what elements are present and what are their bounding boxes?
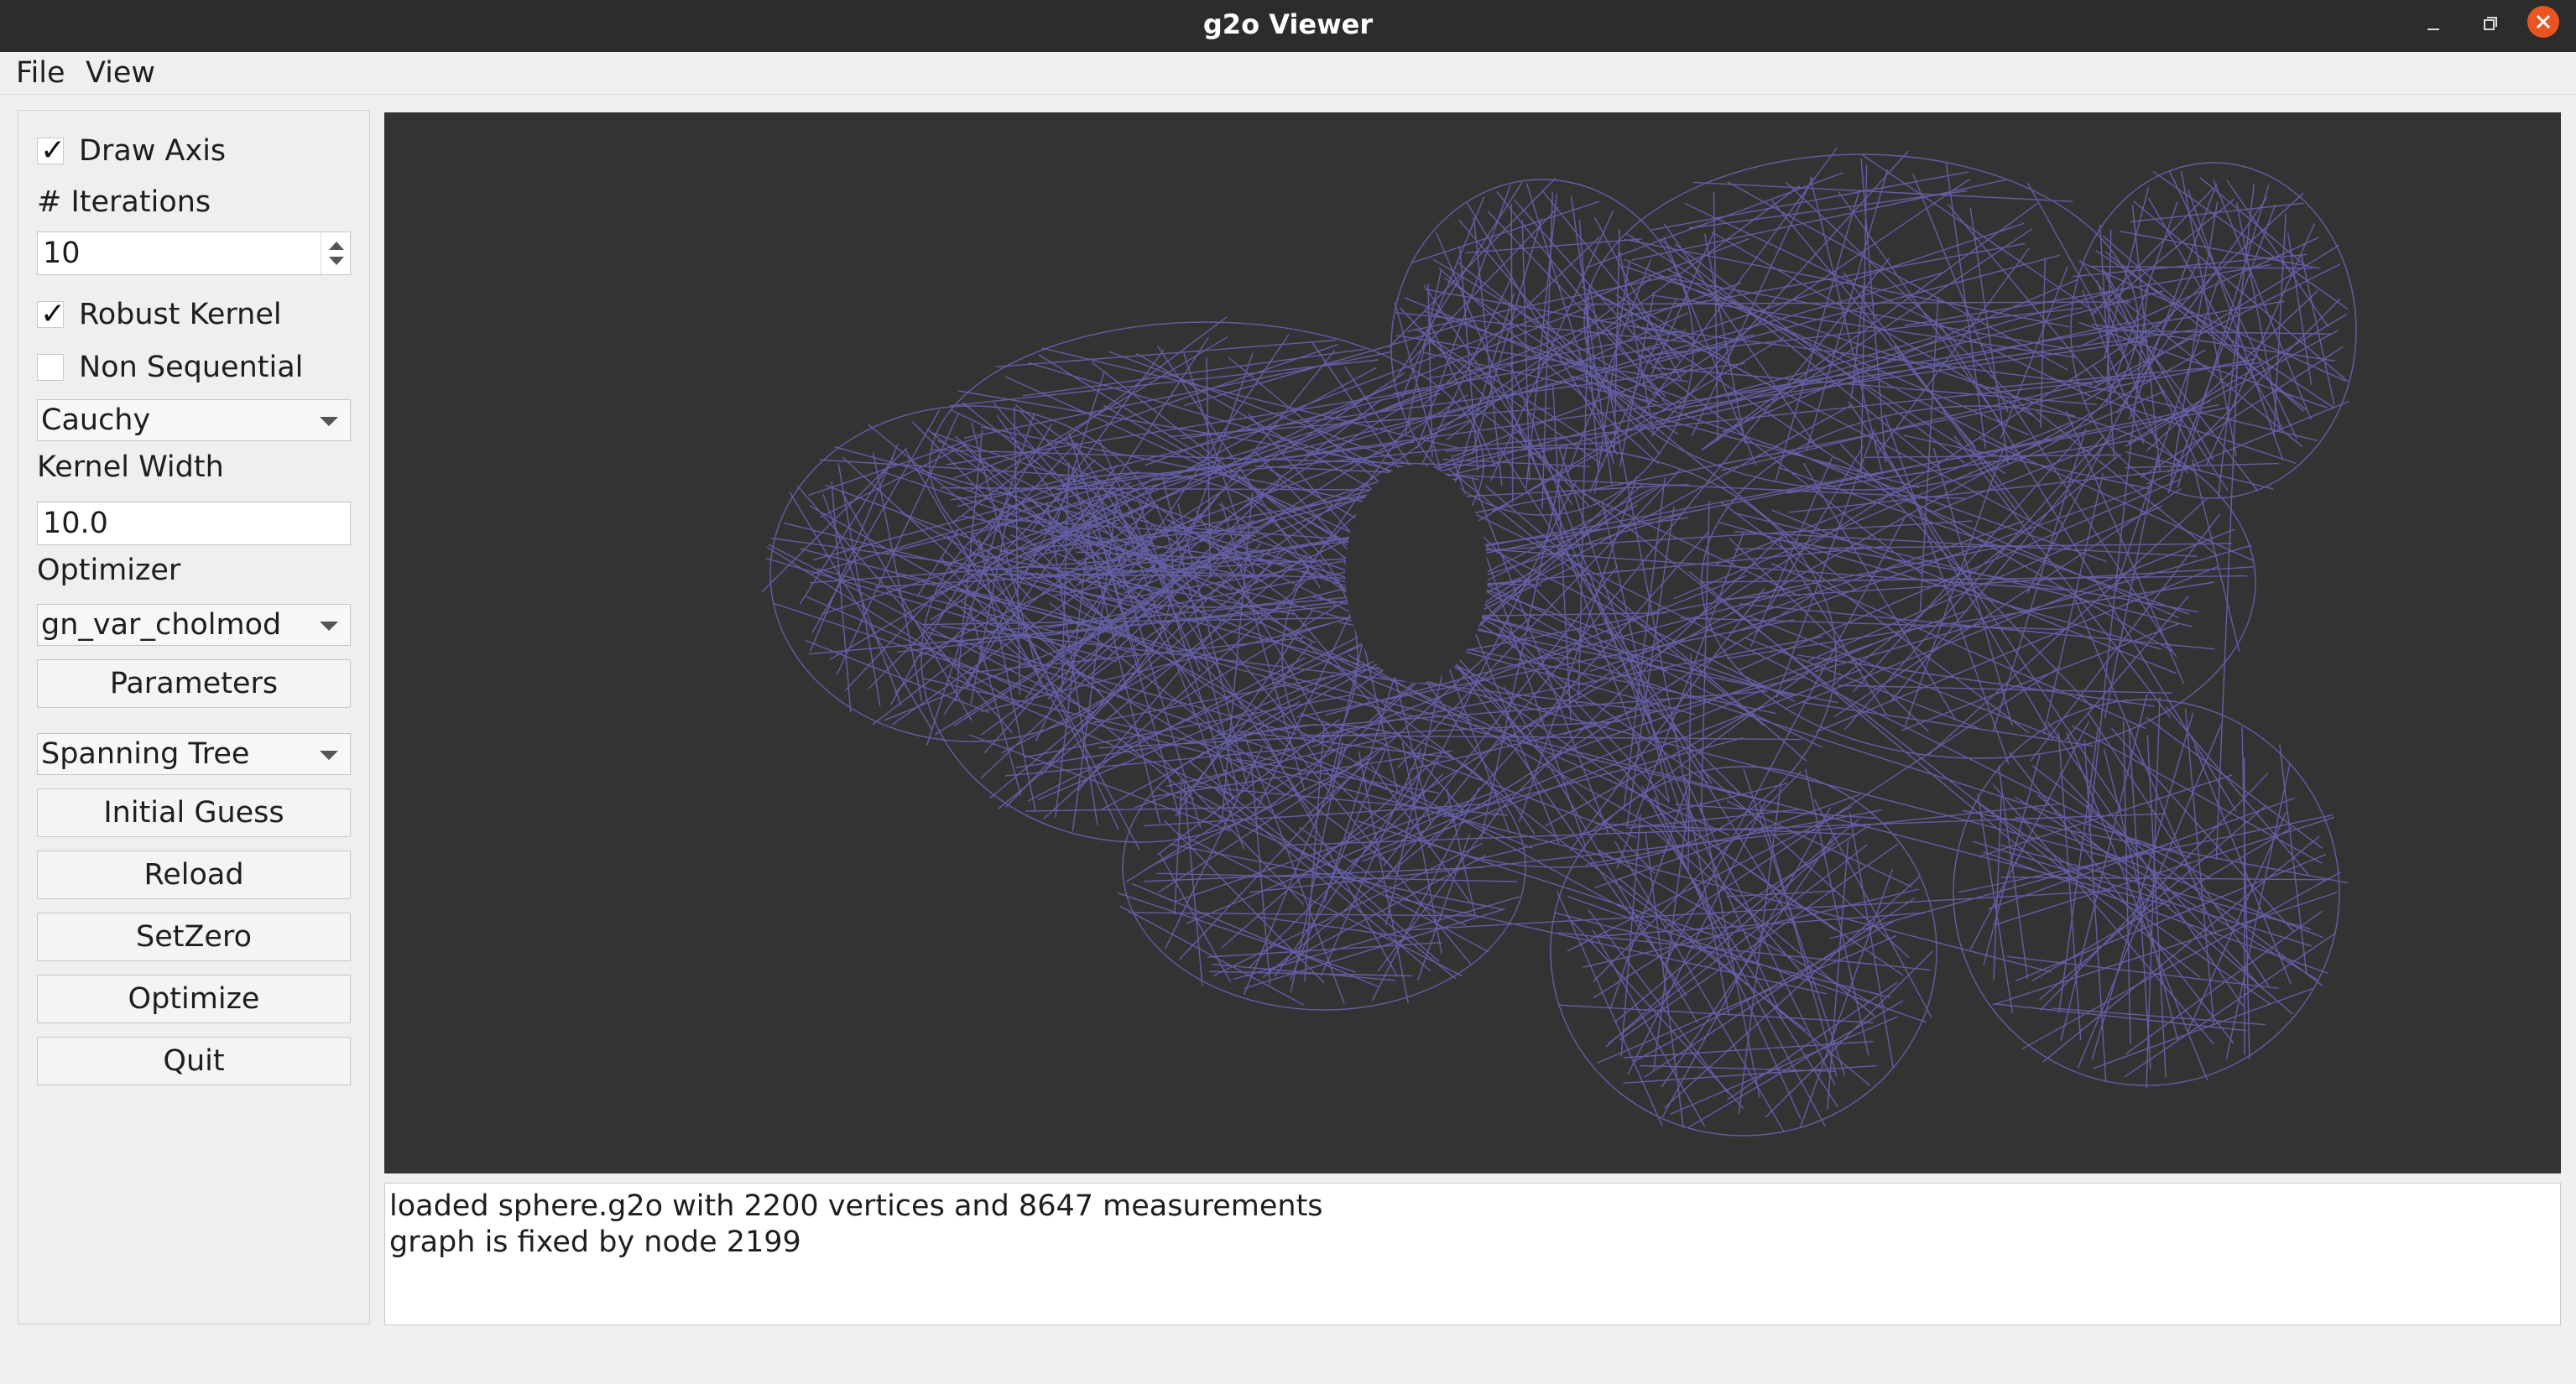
kernel-select[interactable]: Cauchy <box>37 399 351 441</box>
quit-button[interactable]: Quit <box>37 1037 351 1085</box>
log-line: loaded sphere.g2o with 2200 vertices and… <box>389 1189 1323 1223</box>
close-button[interactable] <box>2527 6 2559 38</box>
kernel-select-value: Cauchy <box>41 403 151 437</box>
graph-hole <box>1345 465 1488 683</box>
iterations-spinbox[interactable]: 10 <box>37 232 351 275</box>
check-icon: ✓ <box>40 133 66 168</box>
log-output[interactable]: loaded sphere.g2o with 2200 vertices and… <box>384 1183 2561 1325</box>
spin-arrows[interactable] <box>321 232 350 274</box>
optimize-button[interactable]: Optimize <box>37 975 351 1023</box>
minimize-icon <box>2427 29 2439 30</box>
draw-axis-label: Draw Axis <box>79 134 227 168</box>
menu-file[interactable]: File <box>16 52 65 94</box>
log-line: graph is fixed by node 2199 <box>389 1225 801 1259</box>
chevron-down-icon <box>320 622 338 631</box>
initialization-select[interactable]: Spanning Tree <box>37 733 351 775</box>
non-sequential-checkbox[interactable]: Non Sequential <box>37 349 339 386</box>
optimizer-select-value: gn_var_cholmod <box>41 608 282 642</box>
chevron-down-icon <box>320 751 338 760</box>
minimize-button[interactable] <box>2417 8 2450 41</box>
iterations-label: # Iterations <box>37 185 211 219</box>
window-title: g2o Viewer <box>1202 8 1374 40</box>
reload-button[interactable]: Reload <box>37 851 351 899</box>
spin-up-icon[interactable] <box>329 242 344 250</box>
iterations-value: 10 <box>43 237 81 270</box>
initial-guess-button[interactable]: Initial Guess <box>37 788 351 837</box>
close-icon <box>2536 14 2551 29</box>
optimizer-label: Optimizer <box>37 554 181 587</box>
setzero-button[interactable]: SetZero <box>37 913 351 961</box>
initialization-select-value: Spanning Tree <box>41 737 250 771</box>
maximize-button[interactable] <box>2474 8 2507 41</box>
optimizer-select[interactable]: gn_var_cholmod <box>37 604 351 646</box>
spin-down-icon[interactable] <box>329 257 344 265</box>
pose-graph <box>761 147 2357 1137</box>
title-bar: g2o Viewer <box>0 0 2576 52</box>
menu-bar: File View <box>0 52 2576 95</box>
graph-edges <box>761 147 2357 1137</box>
robust-kernel-label: Robust Kernel <box>79 298 282 331</box>
graph-viewer[interactable] <box>384 112 2561 1173</box>
robust-kernel-check[interactable]: ✓ <box>37 297 65 331</box>
non-sequential-label: Non Sequential <box>79 351 304 384</box>
check-icon: ✓ <box>40 297 66 331</box>
chevron-down-icon <box>320 417 338 426</box>
draw-axis-check[interactable]: ✓ <box>37 133 65 168</box>
non-sequential-check[interactable] <box>37 354 64 381</box>
robust-kernel-checkbox[interactable]: ✓ Robust Kernel <box>37 296 339 333</box>
kernel-width-label: Kernel Width <box>37 450 224 484</box>
control-panel: ✓ Draw Axis # Iterations 10 ✓ Robust Ker… <box>18 110 370 1324</box>
restore-icon <box>2484 17 2497 30</box>
kernel-width-value: 10.0 <box>43 507 108 540</box>
menu-view[interactable]: View <box>86 52 155 94</box>
parameters-button[interactable]: Parameters <box>37 659 351 708</box>
kernel-width-input[interactable]: 10.0 <box>37 502 351 545</box>
draw-axis-checkbox[interactable]: ✓ Draw Axis <box>37 133 339 169</box>
